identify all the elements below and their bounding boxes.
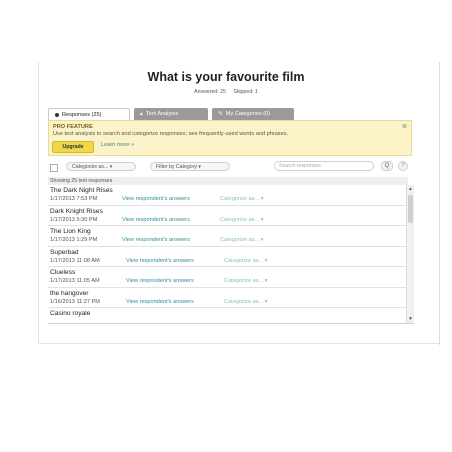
search-input[interactable]: Search responses bbox=[274, 161, 374, 171]
categorize-link[interactable]: Categorize as... ▾ bbox=[224, 299, 268, 305]
response-date: 1/17/2013 1:29 PM bbox=[50, 237, 98, 243]
pro-feature-banner: PRO FEATURE ⊗ Use text analysis to searc… bbox=[48, 120, 412, 156]
filter-dropdown-label: Filter by Category bbox=[156, 164, 197, 170]
response-text: Dark Knight Rises bbox=[50, 207, 103, 215]
select-all-checkbox[interactable] bbox=[50, 164, 58, 172]
search-button[interactable]: Q bbox=[381, 161, 393, 171]
response-date: 1/16/2013 11:27 PM bbox=[50, 298, 100, 305]
help-icon[interactable]: ? bbox=[398, 161, 408, 171]
categorize-link[interactable]: Categorize as... ▾ bbox=[220, 217, 264, 223]
response-toolbar: Categorize as... ▾ Filter by Category ▾ … bbox=[48, 161, 412, 173]
view-answers-link[interactable]: View respondent's answers bbox=[122, 217, 190, 223]
response-text: The Lion King bbox=[50, 228, 91, 235]
tab-my-categories[interactable]: ✎ My Categories (0) bbox=[212, 108, 294, 120]
view-answers-link[interactable]: View respondent's answers bbox=[126, 278, 194, 284]
view-answers-link[interactable]: View respondent's answers bbox=[122, 237, 190, 243]
response-text: The Dark Night Rises bbox=[50, 187, 113, 194]
list-item: Dark Knight Rises 1/17/2013 5:30 PM View… bbox=[48, 206, 406, 226]
scroll-thumb[interactable] bbox=[408, 195, 413, 223]
dot-icon bbox=[55, 112, 59, 117]
upgrade-button[interactable]: Upgrade bbox=[52, 141, 94, 153]
close-icon[interactable]: ⊗ bbox=[402, 123, 407, 130]
categorize-link[interactable]: Categorize as... ▾ bbox=[224, 278, 268, 284]
list-item: the hangover 1/16/2013 11:27 PM View res… bbox=[48, 288, 406, 308]
panel-border bbox=[439, 62, 440, 345]
question-title: What is your favourite film bbox=[147, 70, 305, 84]
response-text: Casino royale bbox=[50, 310, 91, 317]
pro-feature-description: Use text analysis to search and categori… bbox=[53, 131, 289, 137]
list-item: Superbad 1/17/2013 11:08 AM View respond… bbox=[48, 247, 406, 267]
categorize-link[interactable]: Categorize as... ▾ bbox=[220, 237, 264, 243]
tag-icon: ✎ bbox=[218, 111, 223, 117]
list-item: Clueless 1/17/2013 11:05 AM View respond… bbox=[48, 267, 406, 288]
tab-text-analysis[interactable]: ▴ Text Analysis bbox=[134, 108, 208, 120]
response-scrollbar[interactable]: ▲ ▼ bbox=[406, 185, 414, 323]
search-icon: Q bbox=[384, 163, 390, 169]
scroll-up-icon[interactable]: ▲ bbox=[408, 186, 413, 192]
skipped-count: Skipped: 1 bbox=[233, 89, 258, 95]
tab-my-categories-label: My Categories (0) bbox=[225, 111, 271, 117]
chevron-down-icon: ▾ bbox=[109, 164, 113, 170]
response-text: Clueless bbox=[50, 269, 76, 276]
tab-bar: Responses (25) ▴ Text Analysis ✎ My Cate… bbox=[48, 108, 294, 120]
response-date: 1/17/2013 7:53 PM bbox=[50, 196, 98, 202]
view-answers-link[interactable]: View respondent's answers bbox=[122, 196, 190, 202]
view-answers-link[interactable]: View respondent's answers bbox=[126, 299, 194, 305]
response-list: The Dark Night Rises 1/17/2013 7:53 PM V… bbox=[48, 185, 406, 321]
chevron-down-icon: ▾ bbox=[198, 164, 202, 170]
categorize-dropdown-label: Categorize as... bbox=[72, 164, 109, 170]
list-bottom-divider bbox=[48, 323, 414, 324]
response-date: 1/17/2013 11:05 AM bbox=[50, 278, 100, 284]
categorize-link[interactable]: Categorize as... ▾ bbox=[224, 258, 268, 264]
showing-count: Showing 25 text responses bbox=[48, 177, 408, 185]
pro-feature-title: PRO FEATURE bbox=[53, 124, 93, 130]
tab-text-analysis-label: Text Analysis bbox=[145, 111, 179, 117]
scroll-down-icon[interactable]: ▼ bbox=[408, 316, 413, 322]
response-text: the hangover bbox=[50, 289, 89, 297]
list-item: The Lion King 1/17/2013 1:29 PM View res… bbox=[48, 226, 406, 247]
response-date: 1/17/2013 5:30 PM bbox=[50, 216, 98, 223]
response-date: 1/17/2013 11:08 AM bbox=[50, 257, 100, 264]
view-answers-link[interactable]: View respondent's answers bbox=[126, 258, 194, 264]
list-item: The Dark Night Rises 1/17/2013 7:53 PM V… bbox=[48, 185, 406, 206]
filter-dropdown[interactable]: Filter by Category ▾ bbox=[150, 162, 230, 171]
chart-icon: ▴ bbox=[140, 111, 143, 117]
response-text: Superbad bbox=[50, 248, 79, 256]
answered-count: Answered: 25 bbox=[194, 89, 226, 95]
tab-responses-label: Responses (25) bbox=[62, 111, 102, 118]
tab-responses[interactable]: Responses (25) bbox=[48, 108, 130, 120]
list-item: Casino royale bbox=[48, 308, 406, 321]
categorize-link[interactable]: Categorize as... ▾ bbox=[220, 196, 264, 202]
response-stats: Answered: 25 Skipped: 1 bbox=[0, 89, 452, 95]
categorize-dropdown[interactable]: Categorize as... ▾ bbox=[66, 162, 136, 171]
learn-more-link[interactable]: Learn more » bbox=[101, 142, 134, 148]
